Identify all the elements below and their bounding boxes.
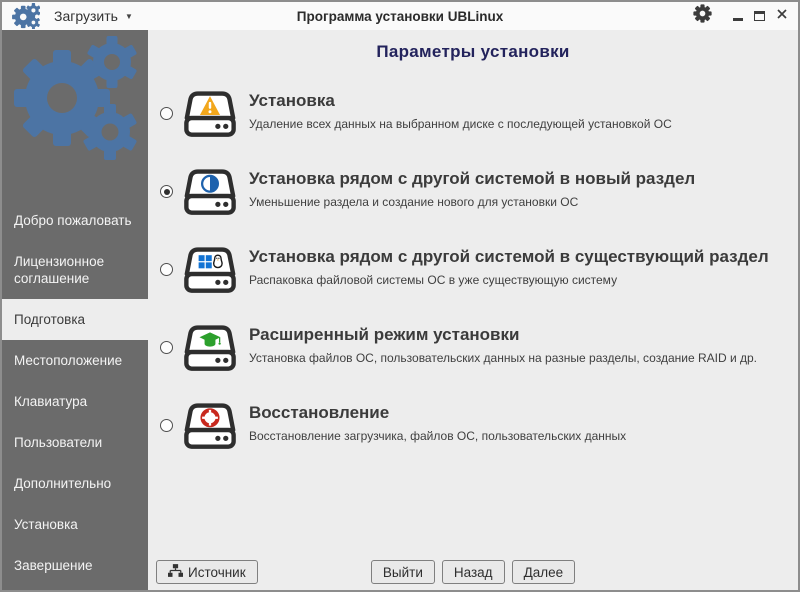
option-title: Установка рядом с другой системой в новы…	[249, 169, 696, 188]
sidebar-item-welcome[interactable]: Добро пожаловать	[2, 200, 148, 241]
option-description: Удаление всех данных на выбранном диске …	[249, 117, 672, 131]
titlebar: Загрузить ▼ Программа установки UBLinux	[2, 2, 798, 30]
page-title: Параметры установки	[376, 42, 570, 61]
sidebar: Добро пожаловать Лицензионное соглашение…	[2, 30, 148, 590]
install-options-list: Установка Удаление всех данных на выбран…	[156, 90, 794, 480]
option-row-new-partition[interactable]: Установка рядом с другой системой в новы…	[156, 168, 794, 222]
option-row-erase-install[interactable]: Установка Удаление всех данных на выбран…	[156, 90, 794, 144]
main-content: Параметры установки Установка Удаление в…	[148, 30, 798, 590]
next-button-label: Далее	[523, 564, 564, 580]
back-button[interactable]: Назад	[441, 560, 505, 584]
radio-option-advanced-mode[interactable]	[160, 341, 173, 354]
sidebar-item-installation[interactable]: Установка	[2, 504, 148, 545]
drive-partition-icon	[182, 168, 238, 222]
chevron-down-icon: ▼	[124, 11, 133, 21]
back-button-label: Назад	[453, 564, 493, 580]
radio-option-existing-partition[interactable]	[160, 263, 173, 276]
radio-option-erase-install[interactable]	[160, 107, 173, 120]
sidebar-item-keyboard[interactable]: Клавиатура	[2, 381, 148, 422]
close-icon[interactable]	[776, 7, 788, 25]
sidebar-item-finish[interactable]: Завершение	[2, 545, 148, 586]
next-button[interactable]: Далее	[511, 560, 576, 584]
drive-recovery-icon	[182, 402, 238, 456]
radio-option-new-partition[interactable]	[160, 185, 173, 198]
installer-window: Загрузить ▼ Программа установки UBLinux	[0, 0, 800, 592]
option-description: Распаковка файловой системы ОС в уже сущ…	[249, 273, 618, 287]
sidebar-item-license[interactable]: Лицензионное соглашение	[2, 241, 148, 299]
option-row-recovery[interactable]: Восстановление Восстановление загрузчика…	[156, 402, 794, 456]
drive-dualboot-icon	[182, 246, 238, 300]
option-row-advanced-mode[interactable]: Расширенный режим установки Установка фа…	[156, 324, 794, 378]
load-menu-label: Загрузить	[54, 8, 118, 24]
sidebar-item-additional[interactable]: Дополнительно	[2, 463, 148, 504]
option-description: Установка файлов ОС, пользовательских да…	[249, 351, 758, 365]
option-title: Расширенный режим установки	[249, 325, 520, 344]
option-title: Установка рядом с другой системой в суще…	[249, 247, 769, 266]
maximize-icon[interactable]	[754, 11, 765, 21]
radio-option-recovery[interactable]	[160, 419, 173, 432]
option-title: Восстановление	[249, 403, 390, 422]
option-description: Уменьшение раздела и создание нового для…	[249, 195, 579, 209]
option-title: Установка	[249, 91, 335, 110]
sidebar-item-users[interactable]: Пользователи	[2, 422, 148, 463]
drive-advanced-icon	[182, 324, 238, 378]
load-menu-button[interactable]: Загрузить ▼	[54, 8, 133, 24]
minimize-icon[interactable]	[733, 17, 743, 21]
option-description: Восстановление загрузчика, файлов ОС, по…	[249, 429, 627, 443]
sidebar-menu: Добро пожаловать Лицензионное соглашение…	[2, 200, 148, 586]
exit-button[interactable]: Выйти	[370, 560, 435, 584]
sidebar-item-preparation[interactable]: Подготовка	[2, 299, 148, 340]
exit-button-label: Выйти	[382, 564, 423, 580]
option-row-existing-partition[interactable]: Установка рядом с другой системой в суще…	[156, 246, 794, 300]
sidebar-item-location[interactable]: Местоположение	[2, 340, 148, 381]
drive-warning-icon	[182, 90, 238, 144]
sidebar-logo-gears-icon	[2, 30, 148, 170]
settings-gear-icon[interactable]	[693, 4, 712, 28]
